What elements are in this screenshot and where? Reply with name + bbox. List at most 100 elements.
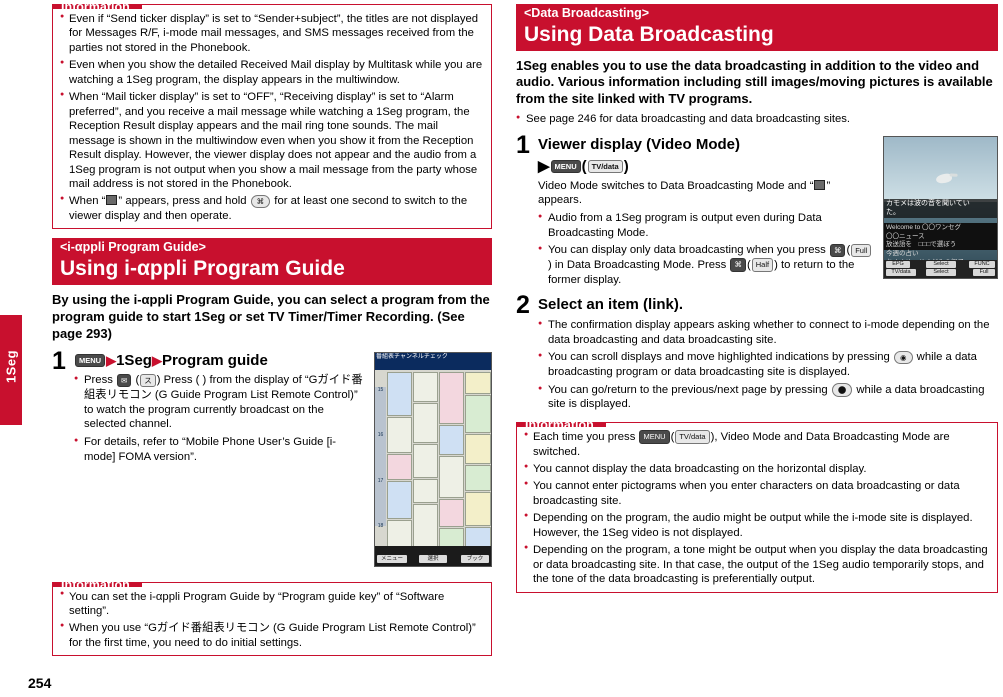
step-number: 1 — [52, 346, 66, 375]
step-bullet: For details, refer to “Mobile Phone User… — [74, 435, 366, 464]
information-item: You can set the i-αppli Program Guide by… — [60, 590, 484, 619]
grid-cell — [413, 443, 438, 478]
step-bullet: You can display only data broadcasting w… — [538, 243, 998, 287]
grid-cell — [387, 371, 412, 416]
step-block-1: カモメは波の音を聞いてい た。 Welcome to 〇〇ワンセグ 〇〇ニュース… — [516, 130, 998, 287]
grid-cell — [387, 416, 412, 453]
data-mode-icon — [814, 179, 826, 190]
section-lead: 1Seg enables you to use the data broadca… — [516, 57, 993, 107]
section-title: Using i-αppli Program Guide — [52, 256, 492, 285]
information-body: Each time you press MENU(TV/data), Video… — [517, 427, 997, 592]
information-item: When “Mail ticker display” is set to “OF… — [60, 90, 484, 191]
step-block-2: 2 Select an item (link). The confirmatio… — [516, 291, 998, 412]
section-title: Using Data Broadcasting — [516, 22, 998, 51]
information-body: You can set the i-αppli Program Guide by… — [53, 587, 491, 656]
grid-cell — [413, 478, 438, 503]
screenshot-sky — [884, 136, 997, 202]
section-lead: By using the i-αppli Program Guide, you … — [52, 291, 490, 341]
step-title: MENU ▶1Seg▶Program guide — [74, 352, 366, 371]
grid-cell — [413, 503, 438, 548]
section-header-data-broadcasting: <Data Broadcasting> Using Data Broadcast… — [516, 4, 998, 51]
step-title: Select an item (link). — [538, 296, 684, 314]
information-item: When you use “Gガイド番組表リモコン (G Guide Progr… — [60, 621, 484, 650]
menu-key-icon: MENU — [550, 159, 581, 174]
section-kicker: <i-αppli Program Guide> — [52, 238, 492, 257]
section-tab-label: 1Seg — [3, 349, 19, 384]
step-bullet: You can scroll displays and move highlig… — [538, 350, 998, 379]
grid-cell — [413, 402, 438, 443]
menu-key-icon: MENU — [75, 353, 106, 368]
grid-cell — [439, 424, 464, 455]
screenshot-program-grid: 15 16 17 18 — [375, 369, 491, 548]
step-number: 1 — [516, 130, 530, 159]
right-column: <Data Broadcasting> Using Data Broadcast… — [516, 4, 998, 593]
screenshot-time-column: 15 16 17 18 — [375, 386, 386, 529]
step-title-part1: 1Seg — [116, 351, 152, 369]
information-body: Even if “Send ticker display” is set to … — [53, 9, 491, 228]
step-number: 2 — [516, 291, 530, 320]
information-item: Even when you show the detailed Received… — [60, 58, 484, 87]
menu-key-icon: MENU — [639, 430, 670, 444]
information-item: Depending on the program, a tone might b… — [524, 543, 990, 586]
grid-cell — [387, 480, 412, 519]
camera-key-icon: ⌘ — [730, 258, 746, 272]
tvdata-key-icon: TV/data — [587, 159, 623, 174]
screenshot-softkey-bar: メニュー 選択 ブック — [375, 545, 491, 566]
half-softkey-icon: Half — [751, 258, 774, 272]
information-item: Depending on the program, the audio migh… — [524, 511, 990, 540]
step-body: Select an item (link). The confirmation … — [516, 296, 998, 412]
grid-cell — [439, 498, 464, 527]
information-box-bottom: Information You can set the i-αppli Prog… — [52, 578, 492, 657]
information-item: You cannot display the data broadcasting… — [524, 462, 990, 476]
step-title-part2: Program guide — [161, 351, 268, 369]
grid-cell — [465, 464, 491, 491]
information-box-top: Information Even if “Send ticker display… — [52, 1, 492, 230]
section-header-iappli: <i-αppli Program Guide> Using i-αppli Pr… — [52, 238, 492, 285]
camera-key-icon: ⌘ — [250, 194, 271, 209]
step-bullet: The confirmation display appears asking … — [538, 318, 998, 347]
screenshot-header-text: 番組表チャンネルチェック — [376, 353, 448, 360]
left-column: Information Even if “Send ticker display… — [52, 1, 492, 657]
information-box: Information Each time you press MENU(TV/… — [516, 419, 998, 593]
manual-page: 1Seg 254 Information Even if “Send ticke… — [0, 0, 1003, 697]
step-bullet: Press ✉ (ス) Press ( ) from the display o… — [74, 373, 366, 432]
page-number: 254 — [28, 675, 52, 691]
grid-cell — [465, 526, 491, 548]
softkey-right: ブック — [461, 554, 489, 563]
grid-cell — [465, 433, 491, 464]
mail-key-icon: ✉ — [117, 373, 132, 388]
mail-indicator-icon — [106, 195, 118, 206]
grid-cell — [465, 371, 491, 394]
grid-cell — [465, 394, 491, 433]
full-softkey-icon: Full — [851, 243, 872, 258]
information-item: Each time you press MENU(TV/data), Video… — [524, 430, 990, 459]
information-item: When “” appears, press and hold ⌘ for at… — [60, 194, 484, 223]
grid-cell — [465, 491, 491, 526]
step-bullet: Audio from a 1Seg program is output even… — [538, 211, 998, 240]
tvdata-key-icon: TV/data — [675, 430, 710, 444]
grid-cell — [439, 527, 464, 548]
camera-key-icon: ⌘ — [829, 243, 846, 258]
section-lead-sub: See page 246 for data broadcasting and d… — [516, 112, 998, 127]
screenshot-header-bar: 番組表チャンネルチェック — [375, 352, 491, 370]
grid-cell — [413, 371, 438, 402]
information-item: You cannot enter pictograms when you ent… — [524, 479, 990, 508]
multi-cursor-key-icon: ◉ — [893, 350, 913, 365]
grid-cell — [439, 371, 464, 424]
information-item: Even if “Send ticker display” is set to … — [60, 12, 484, 55]
grid-cell — [387, 519, 412, 548]
grid-cell — [439, 455, 464, 498]
information-header: Information — [517, 419, 606, 431]
information-header: Information — [53, 578, 142, 591]
information-header: Information — [53, 1, 142, 13]
step-block-1: 番組表チャンネルチェック 15 16 17 18 メニュー 選択 ブック 1 M… — [52, 346, 492, 574]
softkey-left: メニュー — [377, 554, 407, 563]
step-bullet: You can go/return to the previous/next p… — [538, 383, 998, 412]
grid-cell — [387, 453, 412, 480]
softkey-center: 選択 — [419, 554, 447, 563]
softkey-label-icon: ス — [140, 373, 156, 388]
section-tab-1seg: 1Seg — [0, 315, 22, 425]
nav-key-icon: ⬤ — [831, 383, 853, 397]
section-kicker: <Data Broadcasting> — [516, 4, 998, 22]
program-guide-screenshot: 番組表チャンネルチェック 15 16 17 18 メニュー 選択 ブック — [374, 351, 492, 567]
